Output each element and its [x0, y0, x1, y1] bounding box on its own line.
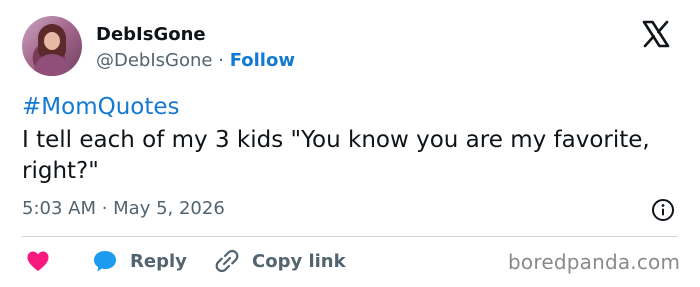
- info-icon[interactable]: [651, 198, 675, 222]
- handle-separator: ·: [218, 50, 224, 71]
- tweet-text: I tell each of my 3 kids "You know you a…: [22, 127, 650, 184]
- author-handle-row: @DebIsGone · Follow: [96, 50, 295, 71]
- tweet-hashtag[interactable]: #MomQuotes: [22, 94, 180, 120]
- avatar[interactable]: [22, 16, 82, 76]
- speech-bubble-icon: [94, 251, 116, 272]
- copy-link-button[interactable]: Copy link: [214, 248, 346, 274]
- tweet-timestamp[interactable]: 5:03 AM · May 5, 2026: [22, 198, 225, 219]
- avatar-face: [44, 32, 60, 50]
- x-logo-icon[interactable]: [640, 18, 672, 50]
- follow-button[interactable]: Follow: [230, 50, 295, 71]
- author-display-name[interactable]: DebIsGone: [96, 24, 206, 45]
- reply-label: Reply: [130, 250, 187, 272]
- author-handle[interactable]: @DebIsGone: [96, 50, 213, 71]
- like-button[interactable]: [26, 248, 50, 274]
- watermark: boredpanda.com: [508, 250, 681, 274]
- link-icon: [215, 249, 239, 273]
- copy-link-label: Copy link: [252, 250, 346, 272]
- heart-icon: [27, 251, 49, 271]
- avatar-body: [34, 54, 70, 76]
- reply-button[interactable]: Reply: [92, 248, 187, 274]
- divider: [22, 236, 678, 237]
